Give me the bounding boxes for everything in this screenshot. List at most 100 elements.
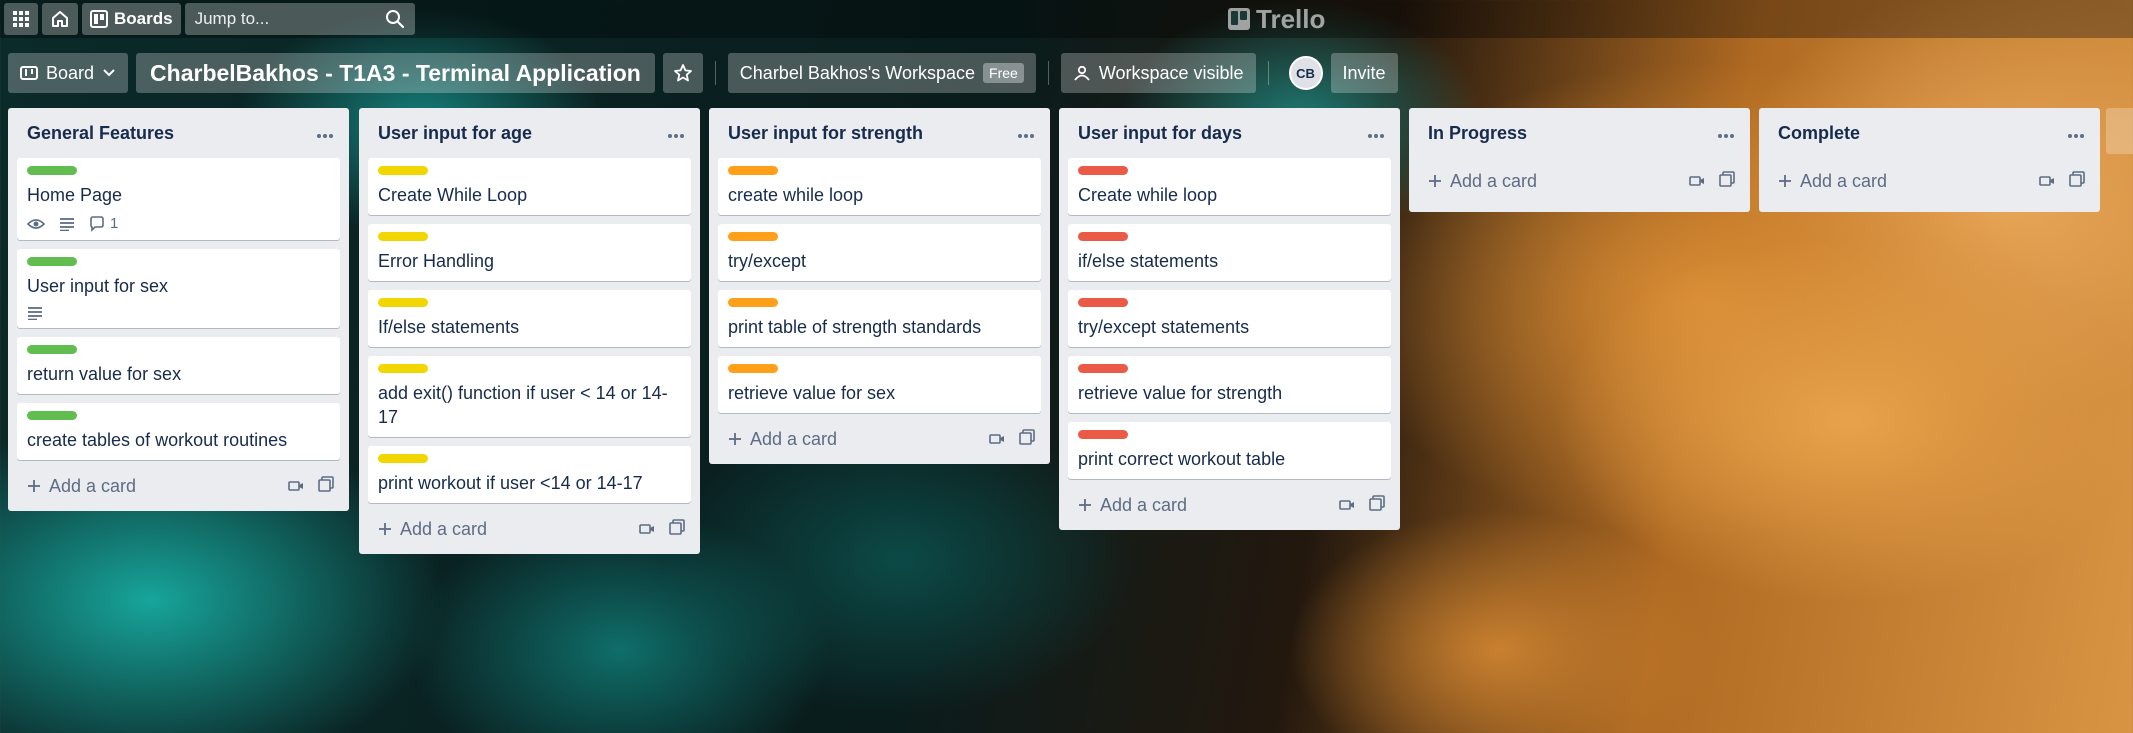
- workspace-button[interactable]: Charbel Bakhos's Workspace Free: [727, 53, 1036, 93]
- add-card-button[interactable]: Add a card: [378, 519, 487, 540]
- list-title[interactable]: User input for age: [378, 123, 532, 144]
- card-label[interactable]: [728, 232, 778, 241]
- card[interactable]: add exit() function if user < 14 or 14-1…: [368, 356, 691, 437]
- home-button[interactable]: [42, 3, 78, 35]
- list-header[interactable]: In Progress: [1418, 108, 1741, 158]
- add-card-actions: [2039, 170, 2085, 192]
- template-button[interactable]: [288, 476, 304, 497]
- list-title[interactable]: User input for strength: [728, 123, 923, 144]
- list: User input for strength create while loop…: [709, 108, 1050, 464]
- create-from-template-button[interactable]: [1369, 494, 1385, 516]
- board-view-switcher[interactable]: Board: [8, 53, 129, 93]
- card[interactable]: print workout if user <14 or 14-17: [368, 446, 691, 503]
- template-button[interactable]: [639, 519, 655, 540]
- card-label[interactable]: [1078, 232, 1128, 241]
- comment-count: 1: [110, 215, 119, 232]
- card-label[interactable]: [27, 257, 77, 266]
- card[interactable]: try/except statements: [1068, 290, 1391, 347]
- add-card-actions: [1689, 170, 1735, 192]
- card[interactable]: create while loop: [718, 158, 1041, 215]
- list-title[interactable]: User input for days: [1078, 123, 1242, 144]
- list-menu-button[interactable]: [1717, 122, 1735, 145]
- camera-icon: [1689, 175, 1704, 186]
- create-from-template-button[interactable]: [669, 518, 685, 540]
- add-card-actions: [288, 475, 334, 497]
- card[interactable]: if/else statements: [1068, 224, 1391, 281]
- board-title[interactable]: CharbelBakhos - T1A3 - Terminal Applicat…: [136, 53, 655, 93]
- card[interactable]: retrieve value for sex: [718, 356, 1041, 413]
- card-label[interactable]: [27, 166, 77, 175]
- card-label[interactable]: [378, 232, 428, 241]
- card-label[interactable]: [728, 298, 778, 307]
- card[interactable]: create tables of workout routines: [17, 403, 340, 460]
- list-menu-button[interactable]: [316, 122, 334, 145]
- card-label[interactable]: [27, 411, 77, 420]
- template-button[interactable]: [1689, 171, 1705, 192]
- visibility-button[interactable]: Workspace visible: [1060, 53, 1256, 93]
- template-button[interactable]: [2039, 171, 2055, 192]
- list-menu-button[interactable]: [667, 122, 685, 145]
- list-header[interactable]: Complete: [1768, 108, 2091, 158]
- card-label[interactable]: [378, 364, 428, 373]
- list-menu-button[interactable]: [2067, 122, 2085, 145]
- app-switcher-button[interactable]: [4, 3, 38, 35]
- list-title[interactable]: Complete: [1778, 123, 1860, 144]
- card-label[interactable]: [378, 166, 428, 175]
- search-input[interactable]: Jump to...: [184, 3, 415, 35]
- card[interactable]: try/except: [718, 224, 1041, 281]
- template-icon: [2069, 170, 2085, 187]
- add-card-button[interactable]: Add a card: [27, 476, 136, 497]
- card[interactable]: print table of strength standards: [718, 290, 1041, 347]
- card-label[interactable]: [378, 454, 428, 463]
- add-card-button[interactable]: Add a card: [728, 429, 837, 450]
- card[interactable]: User input for sex: [17, 249, 340, 328]
- card[interactable]: Create while loop: [1068, 158, 1391, 215]
- add-card-row: Add a card: [1068, 488, 1391, 522]
- template-button[interactable]: [1339, 495, 1355, 516]
- template-button[interactable]: [989, 429, 1005, 450]
- card[interactable]: Home Page 1: [17, 158, 340, 240]
- boards-button[interactable]: Boards: [82, 3, 181, 35]
- trello-logo[interactable]: Trello: [1228, 4, 1325, 34]
- create-from-template-button[interactable]: [2069, 170, 2085, 192]
- card[interactable]: print correct workout table: [1068, 422, 1391, 479]
- list-header[interactable]: User input for days: [1068, 108, 1391, 158]
- create-from-template-button[interactable]: [1019, 428, 1035, 450]
- card-label[interactable]: [728, 166, 778, 175]
- list-header[interactable]: General Features: [17, 108, 340, 158]
- add-card-label: Add a card: [49, 475, 137, 496]
- add-card-row: Add a card: [1768, 158, 2091, 204]
- list-menu-button[interactable]: [1017, 122, 1035, 145]
- add-card-button[interactable]: Add a card: [1778, 171, 1887, 192]
- card[interactable]: Create While Loop: [368, 158, 691, 215]
- list-title[interactable]: In Progress: [1428, 123, 1527, 144]
- list-menu-button[interactable]: [1367, 122, 1385, 145]
- card-label[interactable]: [728, 364, 778, 373]
- list-header[interactable]: User input for strength: [718, 108, 1041, 158]
- star-board-button[interactable]: [662, 53, 703, 93]
- list-header[interactable]: User input for age: [368, 108, 691, 158]
- card-label[interactable]: [378, 298, 428, 307]
- add-card-button[interactable]: Add a card: [1078, 495, 1187, 516]
- board-header: Board CharbelBakhos - T1A3 - Terminal Ap…: [8, 53, 1398, 93]
- add-card-label: Add a card: [1800, 170, 1888, 191]
- create-from-template-button[interactable]: [1719, 170, 1735, 192]
- plus-icon: [729, 433, 741, 445]
- card[interactable]: Error Handling: [368, 224, 691, 281]
- card[interactable]: If/else statements: [368, 290, 691, 347]
- add-list-button[interactable]: [2106, 108, 2133, 154]
- card-label[interactable]: [1078, 364, 1128, 373]
- add-card-button[interactable]: Add a card: [1428, 171, 1537, 192]
- card-label[interactable]: [1078, 298, 1128, 307]
- camera-icon: [989, 433, 1004, 444]
- list-title[interactable]: General Features: [27, 123, 174, 144]
- card-label[interactable]: [1078, 166, 1128, 175]
- avatar[interactable]: CB: [1288, 56, 1323, 90]
- card-label[interactable]: [27, 345, 77, 354]
- card[interactable]: return value for sex: [17, 337, 340, 394]
- invite-button[interactable]: Invite: [1330, 53, 1398, 93]
- create-from-template-button[interactable]: [318, 475, 334, 497]
- card[interactable]: retrieve value for strength: [1068, 356, 1391, 413]
- card-label[interactable]: [1078, 430, 1128, 439]
- add-card-actions: [989, 428, 1035, 450]
